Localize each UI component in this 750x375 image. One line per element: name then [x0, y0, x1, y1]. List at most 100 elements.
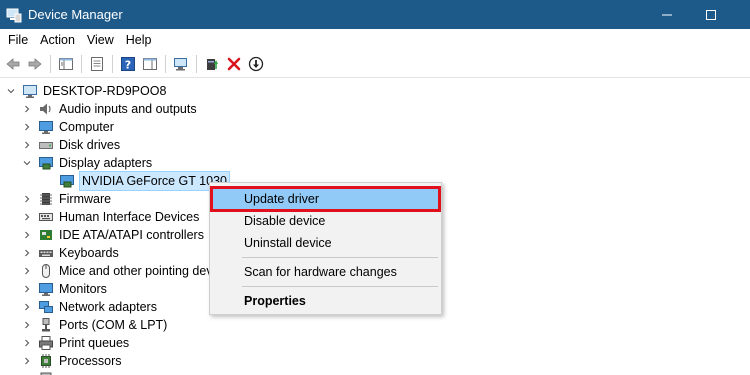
tree-category-firmware[interactable]: Firmware [22, 190, 111, 208]
help-icon: ? [120, 57, 135, 72]
monitor-icon [39, 283, 53, 296]
title-bar: Device Manager [0, 0, 750, 29]
chevron-right-icon[interactable] [22, 140, 32, 150]
window-title: Device Manager [28, 7, 123, 22]
chevron-right-icon[interactable] [22, 212, 32, 222]
tree-category-label: Network adapters [59, 300, 157, 314]
tree-category-label: Print queues [59, 336, 130, 350]
mouse-icon [42, 264, 50, 278]
disable-device-button[interactable] [245, 54, 266, 75]
uninstall-icon [227, 57, 240, 71]
tree-category-display-adapters[interactable]: Display adapters [22, 154, 152, 172]
chevron-right-icon[interactable] [22, 194, 32, 204]
tree-category-processors[interactable]: Processors [22, 352, 122, 370]
tree-category-label: Processors [59, 354, 122, 368]
tree-category-disk-drives[interactable]: Disk drives [22, 136, 120, 154]
tree-category-keyboards[interactable]: Keyboards [22, 244, 119, 262]
properties-button[interactable] [86, 54, 107, 75]
scan-hardware-menu-item[interactable]: Scan for hardware changes [212, 261, 439, 283]
controller-icon [40, 230, 52, 240]
tree-category-ports[interactable]: Ports (COM & LPT) [22, 316, 167, 334]
menu-file[interactable]: File [2, 29, 34, 51]
computer-icon [23, 85, 37, 98]
tree-category-label: Disk drives [59, 138, 121, 152]
context-menu: Update driver Disable device Uninstall d… [209, 182, 442, 315]
chevron-right-icon[interactable] [22, 320, 32, 330]
device-manager-window: Device Manager File Action View Help ? D… [0, 0, 750, 375]
tree-category-label: Display adapters [59, 156, 153, 170]
tree-device-nvidia[interactable]: NVIDIA GeForce GT 1030 [59, 171, 230, 191]
disable-device-menu-item[interactable]: Disable device [212, 210, 439, 232]
chevron-right-icon[interactable] [22, 266, 32, 276]
device-icon [40, 372, 52, 375]
action-pane-icon [142, 58, 157, 70]
chevron-right-icon[interactable] [22, 338, 32, 348]
chevron-right-icon[interactable] [22, 302, 32, 312]
printer-icon [39, 336, 53, 350]
menu-separator [242, 257, 438, 258]
properties-menu-item[interactable]: Properties [212, 290, 439, 312]
show-hide-console-tree-icon [58, 58, 73, 70]
chevron-right-icon[interactable] [22, 356, 32, 366]
chevron-right-icon[interactable] [22, 122, 32, 132]
hid-icon [39, 213, 53, 221]
tree-category-mice[interactable]: Mice and other pointing dev [22, 262, 213, 280]
uninstall-device-menu-item[interactable]: Uninstall device [212, 232, 439, 254]
tree-root-label: DESKTOP-RD9POO8 [43, 84, 167, 98]
tree-category-computer[interactable]: Computer [22, 118, 114, 136]
help-button[interactable]: ? [117, 54, 138, 75]
back-button[interactable] [2, 54, 23, 75]
toolbar-separator [50, 55, 51, 73]
chip-icon [40, 193, 52, 205]
uninstall-button[interactable] [223, 54, 244, 75]
action-pane-button[interactable] [139, 54, 160, 75]
menu-action[interactable]: Action [34, 29, 81, 51]
chevron-right-icon[interactable] [22, 230, 32, 240]
port-icon [42, 318, 50, 332]
properties-icon [90, 57, 103, 71]
forward-button[interactable] [24, 54, 45, 75]
chevron-right-icon[interactable] [22, 104, 32, 114]
tree-category-ide[interactable]: IDE ATA/ATAPI controllers [22, 226, 204, 244]
processor-icon [41, 354, 51, 368]
network-icon [39, 301, 53, 313]
speaker-icon [40, 103, 51, 115]
maximize-icon [706, 9, 716, 20]
tree-category-label: Ports (COM & LPT) [59, 318, 168, 332]
tree-category-hid[interactable]: Human Interface Devices [22, 208, 199, 226]
minimize-icon [662, 14, 672, 15]
tree-root[interactable]: DESKTOP-RD9POO8 [6, 82, 166, 100]
menu-bar: File Action View Help [0, 29, 750, 51]
tree-category-label: Human Interface Devices [59, 210, 200, 224]
toolbar: ? [0, 51, 750, 78]
display-adapter-icon [39, 157, 53, 170]
tree-category-audio[interactable]: Audio inputs and outputs [22, 100, 197, 118]
show-hide-console-tree-button[interactable] [55, 54, 76, 75]
tree-category-label: Firmware [59, 192, 112, 206]
update-driver-menu-item[interactable]: Update driver [210, 186, 441, 212]
menu-view[interactable]: View [81, 29, 120, 51]
tree-category-network[interactable]: Network adapters [22, 298, 157, 316]
chevron-down-icon[interactable] [22, 158, 32, 168]
tree-category-monitors[interactable]: Monitors [22, 280, 107, 298]
scan-hardware-button[interactable] [170, 54, 191, 75]
tree-category-partial[interactable] [22, 370, 59, 375]
tree-category-label: IDE ATA/ATAPI controllers [59, 228, 204, 242]
chevron-right-icon[interactable] [22, 248, 32, 258]
chevron-right-icon[interactable] [22, 284, 32, 294]
minimize-button[interactable] [644, 0, 690, 29]
scan-hardware-icon [173, 58, 187, 71]
tree-category-print-queues[interactable]: Print queues [22, 334, 129, 352]
tree-category-label: Monitors [59, 282, 107, 296]
tree-category-label: Computer [59, 120, 114, 134]
tree-category-label: Keyboards [59, 246, 119, 260]
svg-text:?: ? [124, 59, 130, 72]
menu-help[interactable]: Help [120, 29, 158, 51]
chevron-down-icon[interactable] [6, 86, 16, 96]
update-driver-button[interactable] [201, 54, 222, 75]
device-manager-icon [6, 8, 22, 22]
toolbar-separator [112, 55, 113, 73]
computer-icon [39, 121, 53, 134]
tree-category-label: Mice and other pointing dev [59, 264, 213, 278]
maximize-button[interactable] [688, 0, 734, 29]
